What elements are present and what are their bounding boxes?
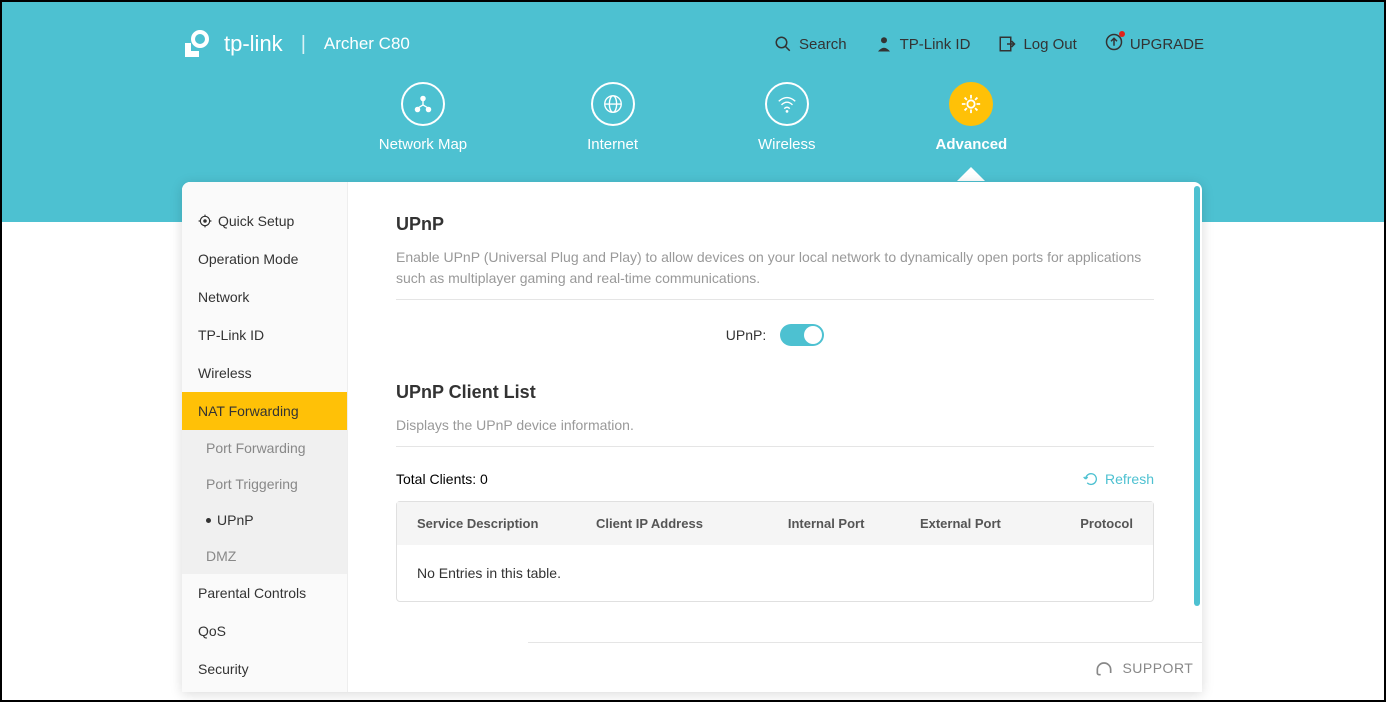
brand-divider: | (301, 33, 306, 56)
col-client-ip: Client IP Address (596, 516, 762, 531)
table-header: Service Description Client IP Address In… (397, 502, 1153, 545)
upgrade-notification-dot (1119, 31, 1125, 37)
divider (396, 446, 1154, 447)
main-panel: Quick Setup Operation Mode Network TP-Li… (182, 182, 1202, 692)
tab-internet-label: Internet (587, 136, 638, 153)
upgrade-action[interactable]: UPGRADE (1105, 33, 1204, 55)
tab-advanced[interactable]: Advanced (936, 82, 1008, 153)
search-action[interactable]: Search (774, 35, 847, 53)
col-internal-port: Internal Port (762, 516, 890, 531)
sidebar-qos[interactable]: QoS (182, 612, 347, 650)
bullet-icon (206, 518, 211, 523)
gear-icon (960, 93, 982, 115)
total-clients-text: Total Clients: 0 (396, 471, 488, 487)
table-empty-message: No Entries in this table. (397, 545, 1153, 601)
sidebar-port-triggering[interactable]: Port Triggering (182, 466, 347, 502)
logout-action[interactable]: Log Out (998, 35, 1076, 53)
footer-bar: SUPPORT BACK TO TOP (528, 642, 1202, 692)
sidebar: Quick Setup Operation Mode Network TP-Li… (182, 182, 348, 692)
section-desc-upnp: Enable UPnP (Universal Plug and Play) to… (396, 247, 1154, 289)
sidebar-port-forwarding[interactable]: Port Forwarding (182, 430, 347, 466)
refresh-button[interactable]: Refresh (1083, 471, 1154, 487)
sidebar-upnp[interactable]: UPnP (182, 502, 347, 538)
sidebar-operation-mode[interactable]: Operation Mode (182, 240, 347, 278)
tab-wireless[interactable]: Wireless (758, 82, 816, 153)
sidebar-quick-setup[interactable]: Quick Setup (182, 202, 347, 240)
sidebar-parental[interactable]: Parental Controls (182, 574, 347, 612)
sidebar-security[interactable]: Security (182, 650, 347, 688)
client-table: Service Description Client IP Address In… (396, 501, 1154, 602)
divider (396, 299, 1154, 300)
col-protocol: Protocol (1031, 516, 1133, 531)
headset-icon (1094, 658, 1114, 678)
model-text: Archer C80 (324, 34, 410, 54)
wifi-icon (776, 93, 798, 115)
support-label: SUPPORT (1122, 660, 1193, 676)
search-icon (774, 35, 792, 53)
globe-icon (602, 93, 624, 115)
tab-wireless-label: Wireless (758, 136, 816, 153)
section-desc-client-list: Displays the UPnP device information. (396, 415, 1154, 436)
section-title-client-list: UPnP Client List (396, 382, 1154, 403)
tab-network-map-label: Network Map (379, 136, 467, 153)
section-title-upnp: UPnP (396, 214, 1154, 235)
sidebar-nat-forwarding[interactable]: NAT Forwarding (182, 392, 347, 430)
network-map-icon (412, 93, 434, 115)
upnp-toggle-label: UPnP: (726, 327, 766, 343)
logout-icon (998, 35, 1016, 53)
scrollbar[interactable] (1194, 186, 1200, 606)
content-area: UPnP Enable UPnP (Universal Plug and Pla… (348, 182, 1202, 692)
brand-text: tp-link (224, 31, 283, 57)
upnp-toggle[interactable] (780, 324, 824, 346)
tab-advanced-label: Advanced (936, 136, 1008, 153)
logo-area: tp-link | Archer C80 (182, 29, 410, 59)
main-nav: Network Map Internet Wireless Advanced (2, 82, 1384, 153)
tab-network-map[interactable]: Network Map (379, 82, 467, 153)
refresh-label: Refresh (1105, 471, 1154, 487)
target-icon (198, 214, 212, 228)
refresh-icon (1083, 471, 1099, 487)
sidebar-tplink-id[interactable]: TP-Link ID (182, 316, 347, 354)
tab-internet[interactable]: Internet (587, 82, 638, 153)
sidebar-wireless[interactable]: Wireless (182, 354, 347, 392)
col-external-port: External Port (890, 516, 1031, 531)
tplink-id-label: TP-Link ID (900, 36, 971, 53)
support-button[interactable]: SUPPORT (1094, 658, 1193, 678)
upgrade-label: UPGRADE (1130, 36, 1204, 53)
sidebar-network[interactable]: Network (182, 278, 347, 316)
tplink-logo-icon (182, 29, 212, 59)
tplink-id-action[interactable]: TP-Link ID (875, 35, 971, 53)
search-label: Search (799, 36, 847, 53)
sidebar-dmz[interactable]: DMZ (182, 538, 347, 574)
sidebar-quick-setup-label: Quick Setup (218, 213, 294, 229)
logout-label: Log Out (1023, 36, 1076, 53)
col-service-description: Service Description (417, 516, 596, 531)
toggle-knob (804, 326, 822, 344)
user-icon (875, 35, 893, 53)
